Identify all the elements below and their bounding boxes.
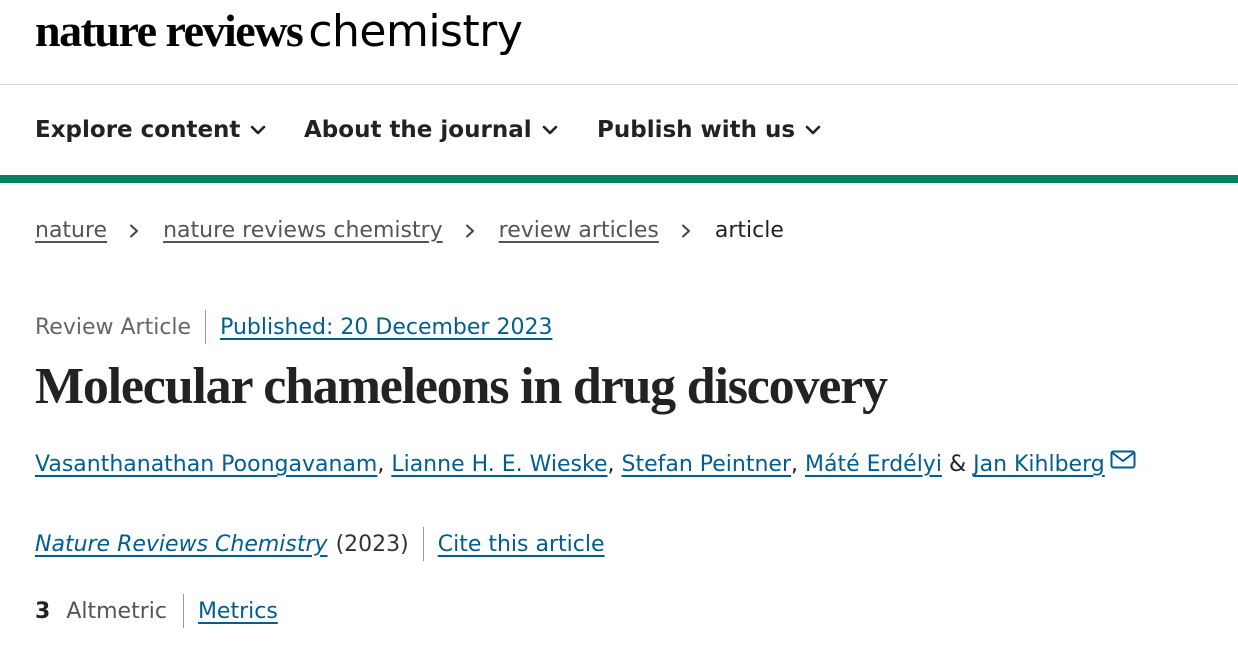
- nav-explore-content-label: Explore content: [35, 117, 241, 143]
- mail-icon[interactable]: [1110, 450, 1136, 470]
- article-type: Review Article: [35, 314, 192, 340]
- article-meta: Review Article Published: 20 December 20…: [35, 310, 552, 344]
- divider: [422, 527, 424, 561]
- breadcrumb-nature-reviews-chemistry[interactable]: nature reviews chemistry: [163, 218, 443, 243]
- author-separator: ,: [377, 452, 385, 477]
- author-separator: ,: [791, 452, 799, 477]
- breadcrumb-nature[interactable]: nature: [35, 218, 107, 243]
- nav-about-journal-label: About the journal: [304, 117, 532, 143]
- author-link[interactable]: Lianne H. E. Wieske: [391, 452, 607, 477]
- journal-logo[interactable]: nature reviews chemistry: [35, 5, 523, 57]
- site-header: nature reviews chemistry: [0, 0, 1238, 85]
- nav-accent-rule: [0, 175, 1238, 183]
- corresponding-author-link[interactable]: Jan Kihlberg: [973, 452, 1105, 477]
- author-link[interactable]: Máté Erdélyi: [805, 452, 942, 477]
- altmetric-count: 3: [35, 598, 51, 624]
- breadcrumb-current: article: [714, 218, 784, 243]
- divider: [205, 310, 207, 344]
- author-separator: ,: [607, 452, 615, 477]
- logo-nature-reviews: nature reviews: [35, 5, 304, 56]
- nav-publish-with-us-label: Publish with us: [597, 117, 796, 143]
- breadcrumb: nature nature reviews chemistry review a…: [35, 218, 784, 243]
- nav-about-journal[interactable]: About the journal: [304, 117, 558, 143]
- citation-row: Nature Reviews Chemistry (2023) Cite thi…: [35, 527, 605, 561]
- publication-year: (2023): [335, 531, 409, 557]
- chevron-right-icon: [681, 224, 690, 237]
- chevron-down-icon: [251, 125, 266, 135]
- nav-publish-with-us[interactable]: Publish with us: [597, 117, 821, 143]
- chevron-right-icon: [130, 224, 139, 237]
- divider: [182, 594, 184, 628]
- author-link[interactable]: Stefan Peintner: [622, 452, 792, 477]
- author-final-joiner: &: [948, 452, 967, 477]
- nav-explore-content[interactable]: Explore content: [35, 117, 266, 143]
- chevron-down-icon: [805, 125, 821, 135]
- chevron-down-icon: [542, 125, 557, 135]
- metrics-row: 3 Altmetric Metrics: [35, 594, 278, 628]
- article-title: Molecular chameleons in drug discovery: [35, 358, 888, 415]
- altmetric-label: Altmetric: [66, 598, 167, 624]
- breadcrumb-review-articles[interactable]: review articles: [499, 218, 659, 243]
- author-list: Vasanthanathan Poongavanam, Lianne H. E.…: [35, 450, 1136, 477]
- journal-link[interactable]: Nature Reviews Chemistry: [35, 532, 328, 557]
- chevron-right-icon: [465, 224, 474, 237]
- logo-chemistry: chemistry: [308, 6, 523, 57]
- cite-this-article-link[interactable]: Cite this article: [438, 532, 605, 557]
- published-date-link[interactable]: Published: 20 December 2023: [220, 315, 552, 340]
- main-nav: Explore content About the journal Publis…: [0, 85, 1238, 175]
- metrics-link[interactable]: Metrics: [198, 599, 278, 624]
- author-link[interactable]: Vasanthanathan Poongavanam: [35, 452, 377, 477]
